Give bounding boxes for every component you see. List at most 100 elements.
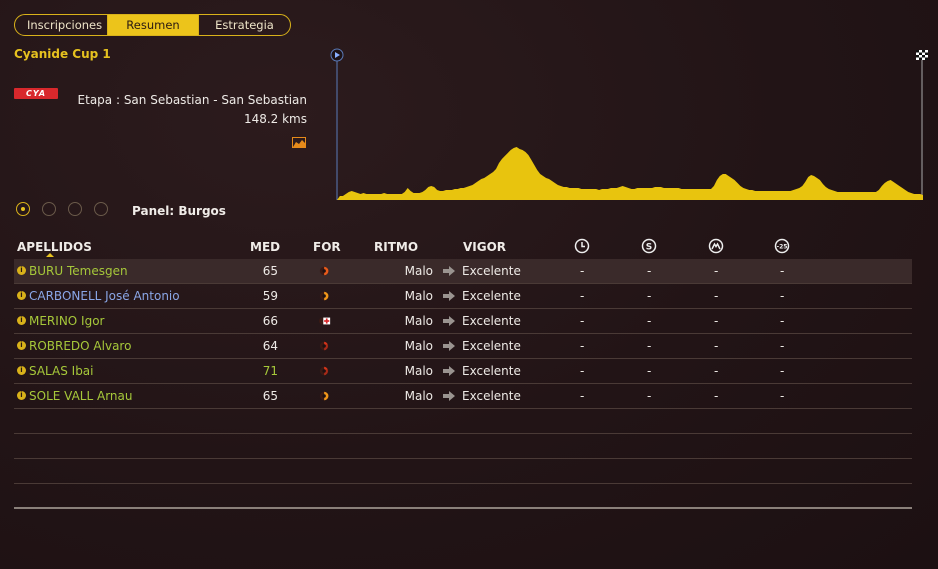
rider-name[interactable]: ROBREDO Alvaro	[29, 339, 131, 353]
rider-med: 71	[262, 364, 278, 378]
table-row[interactable]: i ROBREDO Alvaro 64 Malo Excelente - - - -	[14, 334, 912, 359]
rider-ritmo[interactable]: Malo	[374, 264, 433, 278]
rider-c3: -	[714, 314, 719, 328]
tab-bar: Inscripciones Resumen Estrategia	[14, 14, 291, 36]
panel-radio-4[interactable]	[94, 202, 108, 216]
rider-vigor[interactable]: Excelente	[462, 339, 521, 353]
form-icon	[319, 291, 329, 301]
rider-c4: -	[780, 389, 785, 403]
form-icon	[319, 341, 329, 351]
tab-inscripciones[interactable]: Inscripciones	[15, 15, 107, 35]
rider-c2: -	[647, 339, 652, 353]
table-row[interactable]: i MERINO Igor 66 Malo Excelente - - - -	[14, 309, 912, 334]
rider-ritmo[interactable]: Malo	[374, 364, 433, 378]
form-icon	[319, 266, 329, 276]
rider-name[interactable]: CARBONELL José Antonio	[29, 289, 180, 303]
rider-c4: -	[780, 314, 785, 328]
form-icon	[319, 366, 329, 376]
rider-vigor[interactable]: Excelente	[462, 389, 521, 403]
rider-ritmo[interactable]: Malo	[374, 314, 433, 328]
table-row[interactable]: i SOLE VALL Arnau 65 Malo Excelente - - - -	[14, 384, 912, 409]
panel-radio-3[interactable]	[68, 202, 82, 216]
rider-name[interactable]: MERINO Igor	[29, 314, 104, 328]
rider-c4: -	[780, 264, 785, 278]
rider-c4: -	[780, 289, 785, 303]
mountain-icon[interactable]	[708, 238, 724, 254]
rider-ritmo[interactable]: Malo	[374, 389, 433, 403]
sort-arrow-icon	[46, 253, 54, 257]
rider-c3: -	[714, 364, 719, 378]
rider-c1: -	[580, 314, 585, 328]
race-title: Cyanide Cup 1	[14, 47, 111, 61]
empty-row	[14, 459, 912, 484]
rider-c3: -	[714, 289, 719, 303]
header-for[interactable]: FOR	[313, 240, 341, 254]
rider-c3: -	[714, 389, 719, 403]
rider-c2: -	[647, 314, 652, 328]
info-icon[interactable]: i	[17, 341, 26, 350]
rider-vigor[interactable]: Excelente	[462, 314, 521, 328]
rider-c1: -	[580, 289, 585, 303]
rider-med: 65	[262, 389, 278, 403]
header-vigor[interactable]: VIGOR	[463, 240, 506, 254]
rider-c2: -	[647, 264, 652, 278]
start-icon	[330, 48, 344, 62]
form-icon	[319, 391, 329, 401]
info-icon[interactable]: i	[17, 316, 26, 325]
table-row[interactable]: i CARBONELL José Antonio 59 Malo Excelente - -…	[14, 284, 912, 309]
form-icon	[319, 317, 331, 325]
rider-name[interactable]: BURU Temesgen	[29, 264, 128, 278]
rider-med: 59	[262, 289, 278, 303]
tab-estrategia[interactable]: Estrategia	[198, 15, 290, 35]
rider-c4: -	[780, 364, 785, 378]
sprint-icon-glyph: S	[646, 243, 652, 253]
clock-icon[interactable]	[574, 238, 590, 254]
stage-profile-icon[interactable]	[292, 136, 306, 148]
rider-c2: -	[647, 289, 652, 303]
rider-ritmo[interactable]: Malo	[374, 289, 433, 303]
rider-vigor[interactable]: Excelente	[462, 264, 521, 278]
table-row[interactable]: i SALAS Ibai 71 Malo Excelente - - - -	[14, 359, 912, 384]
rider-name[interactable]: SALAS Ibai	[29, 364, 94, 378]
rider-vigor[interactable]: Excelente	[462, 289, 521, 303]
finish-flag-icon	[916, 50, 928, 60]
rider-c3: -	[714, 264, 719, 278]
header-ritmo[interactable]: RITMO	[374, 240, 418, 254]
rider-vigor[interactable]: Excelente	[462, 364, 521, 378]
team-logo: CYA	[14, 88, 58, 99]
info-icon[interactable]: i	[17, 391, 26, 400]
rider-med: 65	[262, 264, 278, 278]
rider-med: 64	[262, 339, 278, 353]
tab-resumen[interactable]: Resumen	[107, 15, 198, 35]
arrow-right-icon	[443, 391, 455, 401]
header-apellidos[interactable]: APELLIDOS	[17, 240, 92, 254]
rider-c2: -	[647, 364, 652, 378]
arrow-right-icon	[443, 316, 455, 326]
empty-row	[14, 409, 912, 434]
table-row[interactable]: i BURU Temesgen 65 Malo Excelente - - - -	[14, 259, 912, 284]
rider-table: i BURU Temesgen 65 Malo Excelente - - - - i CARBON…	[14, 259, 912, 509]
info-icon[interactable]: i	[17, 291, 26, 300]
header-med[interactable]: MED	[250, 240, 280, 254]
info-icon[interactable]: i	[17, 266, 26, 275]
panel-radio-2[interactable]	[42, 202, 56, 216]
info-icon[interactable]: i	[17, 366, 26, 375]
stage-name: Etapa : San Sebastian - San Sebastian	[77, 93, 307, 107]
rider-c1: -	[580, 339, 585, 353]
rider-name[interactable]: SOLE VALL Arnau	[29, 389, 132, 403]
minus25-icon-glyph: -25	[777, 244, 788, 251]
rider-c1: -	[580, 264, 585, 278]
arrow-right-icon	[443, 291, 455, 301]
minus25-icon[interactable]: -25	[774, 238, 790, 254]
rider-ritmo[interactable]: Malo	[374, 339, 433, 353]
arrow-right-icon	[443, 341, 455, 351]
arrow-right-icon	[443, 266, 455, 276]
rider-c4: -	[780, 339, 785, 353]
rider-c1: -	[580, 364, 585, 378]
panel-radio-1[interactable]	[16, 202, 30, 216]
sprint-icon[interactable]: S	[641, 238, 657, 254]
rider-c2: -	[647, 389, 652, 403]
elevation-area	[337, 147, 923, 200]
arrow-right-icon	[443, 366, 455, 376]
panel-label: Panel: Burgos	[132, 204, 226, 218]
